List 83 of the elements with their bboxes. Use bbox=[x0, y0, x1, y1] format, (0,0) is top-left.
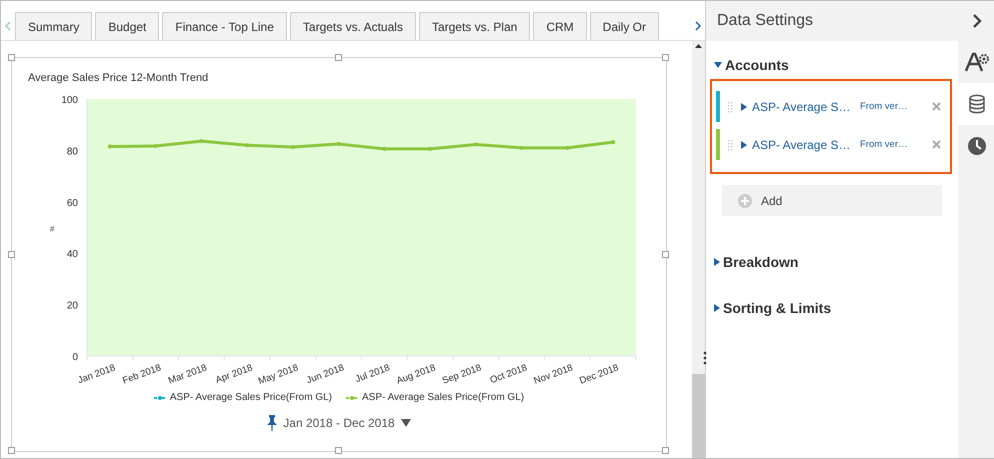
point bbox=[474, 142, 478, 146]
point bbox=[565, 146, 570, 150]
legend-line-icon bbox=[346, 396, 358, 400]
close-icon[interactable] bbox=[932, 140, 941, 149]
expand-icon[interactable] bbox=[741, 140, 747, 148]
splitter-grip-icon[interactable] bbox=[703, 351, 707, 365]
y-tick-label: 100 bbox=[61, 95, 78, 106]
y-tick-label: 0 bbox=[72, 352, 78, 363]
account-name[interactable]: ASP- Average S… bbox=[752, 100, 850, 114]
clock-icon bbox=[966, 136, 986, 156]
tab[interactable]: Summary bbox=[15, 12, 92, 40]
y-tick-label: 60 bbox=[66, 198, 78, 209]
point bbox=[520, 146, 524, 150]
legend-item[interactable]: ASP- Average Sales Price(From GL) bbox=[154, 392, 332, 403]
pin-icon bbox=[267, 415, 278, 431]
add-button[interactable]: Add bbox=[722, 185, 942, 216]
caret-down-icon bbox=[714, 62, 722, 68]
x-tick-label: Oct 2018 bbox=[488, 362, 529, 386]
plus-icon bbox=[738, 194, 752, 208]
resize-handle[interactable] bbox=[662, 250, 669, 258]
database-icon bbox=[968, 94, 986, 114]
legend-item[interactable]: ASP- Average Sales Price(From GL) bbox=[346, 392, 524, 403]
side-tab[interactable] bbox=[958, 83, 994, 125]
dropdown-caret-icon[interactable] bbox=[400, 419, 411, 427]
account-name[interactable]: ASP- Average S… bbox=[752, 138, 850, 152]
point bbox=[611, 140, 616, 144]
expand-icon[interactable] bbox=[741, 102, 747, 110]
x-tick-label: Dec 2018 bbox=[578, 362, 620, 387]
drag-handle-icon[interactable] bbox=[728, 138, 733, 150]
point bbox=[428, 146, 432, 151]
point bbox=[154, 144, 158, 148]
x-tick-label: Nov 2018 bbox=[532, 362, 574, 387]
point bbox=[382, 146, 386, 151]
resize-handle[interactable] bbox=[8, 250, 15, 258]
point bbox=[245, 143, 250, 148]
x-tick-label: Jan 2018 bbox=[76, 362, 117, 386]
resize-handle[interactable] bbox=[662, 447, 669, 454]
text-settings-icon bbox=[964, 51, 990, 73]
tab[interactable]: Finance - Top Line bbox=[162, 12, 287, 40]
caret-right-icon bbox=[714, 258, 720, 266]
tab[interactable]: CRM bbox=[533, 12, 587, 40]
resize-handle[interactable] bbox=[8, 54, 15, 61]
date-range[interactable]: Jan 2018 - Dec 2018 bbox=[283, 416, 395, 430]
x-tick-label: Aug 2018 bbox=[395, 362, 438, 387]
chevron-right-icon bbox=[972, 13, 982, 29]
x-tick-label: Jun 2018 bbox=[305, 362, 346, 386]
x-tick-label: Sep 2018 bbox=[440, 362, 483, 387]
point bbox=[290, 145, 295, 150]
x-tick-label: May 2018 bbox=[256, 362, 300, 388]
account-source[interactable]: From ver… bbox=[860, 139, 920, 150]
y-tick-label: 40 bbox=[66, 249, 78, 260]
y-tick-label: 80 bbox=[66, 146, 78, 158]
tab[interactable]: Daily Or bbox=[590, 12, 659, 40]
close-icon[interactable] bbox=[932, 102, 941, 111]
resize-handle[interactable] bbox=[335, 54, 342, 61]
legend-line-icon bbox=[154, 396, 166, 400]
tab[interactable]: Targets vs. Plan bbox=[418, 12, 530, 40]
chart-title: Average Sales Price 12-Month Trend bbox=[28, 72, 208, 84]
account-source[interactable]: From ver… bbox=[860, 101, 920, 112]
point bbox=[108, 144, 112, 149]
resize-handle[interactable] bbox=[8, 447, 15, 454]
x-tick-label: Mar 2018 bbox=[166, 362, 208, 387]
x-tick-label: Feb 2018 bbox=[121, 362, 163, 387]
resize-handle[interactable] bbox=[662, 54, 669, 61]
panel-title: Data Settings bbox=[717, 12, 814, 30]
y-tick-label: 20 bbox=[66, 300, 78, 312]
scrollbar[interactable] bbox=[692, 41, 705, 458]
section-header[interactable]: Sorting & Limits bbox=[714, 300, 832, 316]
x-tick-label: Jul 2018 bbox=[354, 362, 392, 386]
x-tick-label: Apr 2018 bbox=[214, 362, 254, 386]
resize-handle[interactable] bbox=[335, 447, 342, 454]
caret-right-icon bbox=[714, 304, 720, 312]
section-header[interactable]: Breakdown bbox=[714, 254, 798, 270]
scrollbar-thumb[interactable] bbox=[692, 374, 705, 458]
section-header[interactable]: Accounts bbox=[714, 57, 789, 73]
tab[interactable]: Targets vs. Actuals bbox=[290, 12, 416, 40]
chevron-left-icon bbox=[5, 21, 11, 31]
tab[interactable]: Budget bbox=[95, 12, 160, 40]
point bbox=[199, 139, 204, 144]
y-axis-label: # bbox=[50, 224, 54, 234]
drag-handle-icon[interactable] bbox=[728, 100, 733, 112]
chevron-right-icon bbox=[695, 21, 701, 31]
point bbox=[336, 142, 341, 146]
